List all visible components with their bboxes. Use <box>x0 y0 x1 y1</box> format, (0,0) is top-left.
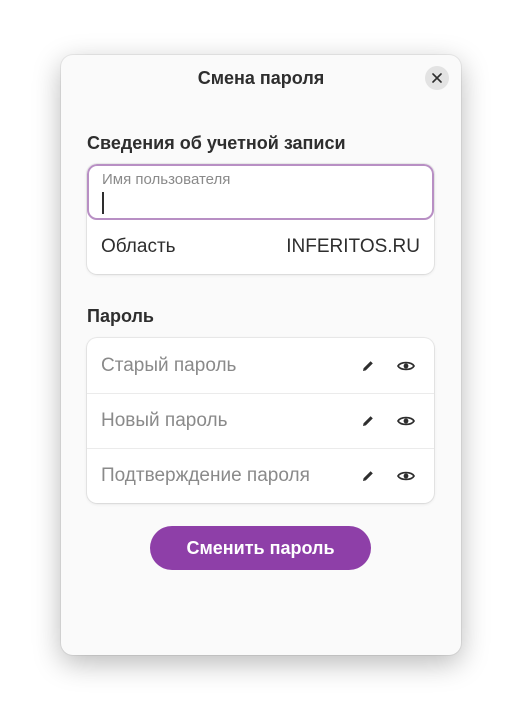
eye-icon <box>397 416 415 426</box>
change-password-button[interactable]: Сменить пароль <box>150 526 371 570</box>
account-section-title: Сведения об учетной записи <box>87 133 346 153</box>
edit-confirm-password-button[interactable] <box>354 462 382 490</box>
pencil-icon <box>363 416 373 426</box>
eye-icon <box>397 361 415 370</box>
reveal-confirm-password-button[interactable] <box>392 462 420 490</box>
new-password-field[interactable]: Новый пароль <box>87 393 434 448</box>
change-password-dialog: Смена пароля Сведения об учетной записи … <box>61 55 461 655</box>
reveal-new-password-button[interactable] <box>392 407 420 435</box>
dialog-title: Смена пароля <box>197 68 325 88</box>
old-password-field[interactable]: Старый пароль <box>87 338 434 393</box>
old-password-placeholder: Старый пароль <box>101 354 237 376</box>
realm-label: Область <box>101 236 176 257</box>
eye-icon <box>397 471 415 481</box>
dialog-titlebar: Смена пароля <box>61 55 461 101</box>
realm-row: Область INFERITOS.RU <box>87 220 434 274</box>
reveal-old-password-button[interactable] <box>392 352 420 380</box>
account-card: Имя пользователя Область INFERITOS.RU <box>87 164 434 274</box>
confirm-password-placeholder: Подтверждение пароля <box>101 465 310 486</box>
edit-old-password-button[interactable] <box>354 352 382 380</box>
confirm-password-field[interactable]: Подтверждение пароля <box>87 448 434 503</box>
new-password-placeholder: Новый пароль <box>101 410 228 431</box>
username-label: Имя пользователя <box>102 171 231 188</box>
close-button[interactable] <box>425 66 449 90</box>
realm-value: INFERITOS.RU <box>286 236 420 257</box>
close-icon <box>432 73 442 83</box>
password-section-title: Пароль <box>87 306 154 326</box>
edit-new-password-button[interactable] <box>354 407 382 435</box>
pencil-icon <box>363 360 373 371</box>
password-card: Старый пароль Новый пароль Подтверждение… <box>87 338 434 503</box>
username-field[interactable]: Имя пользователя <box>87 164 434 220</box>
text-caret <box>102 192 104 214</box>
pencil-icon <box>363 471 373 481</box>
